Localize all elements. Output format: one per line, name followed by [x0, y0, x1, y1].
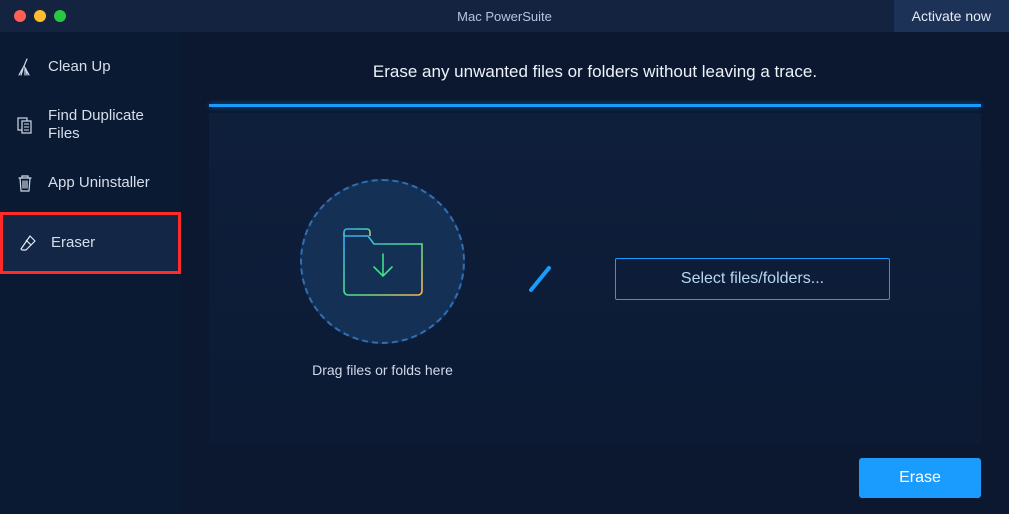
sidebar-item-label: Clean Up — [48, 58, 111, 76]
trash-icon — [14, 173, 36, 193]
sidebar-item-uninstaller[interactable]: App Uninstaller — [0, 154, 181, 212]
broom-icon — [14, 57, 36, 77]
zoom-window-button[interactable] — [54, 10, 66, 22]
dropzone[interactable]: Drag files or folds here — [300, 179, 465, 378]
sidebar-item-eraser[interactable]: Eraser — [0, 212, 181, 274]
erase-button[interactable]: Erase — [859, 458, 981, 498]
page-headline: Erase any unwanted files or folders with… — [209, 52, 981, 104]
sidebar: Clean Up Find Duplicate Files — [0, 32, 181, 514]
minimize-window-button[interactable] — [34, 10, 46, 22]
sidebar-item-label: Eraser — [51, 234, 95, 252]
select-files-button[interactable]: Select files/folders... — [615, 258, 890, 300]
sidebar-item-label: Find Duplicate Files — [48, 107, 158, 143]
activate-button[interactable]: Activate now — [894, 0, 1009, 32]
duplicate-icon — [14, 115, 36, 135]
window-controls — [14, 10, 66, 22]
main-panel: Erase any unwanted files or folders with… — [181, 32, 1009, 514]
separator-slash-icon — [525, 264, 555, 294]
divider-accent — [209, 104, 981, 107]
sidebar-item-cleanup[interactable]: Clean Up — [0, 38, 181, 96]
dropzone-label: Drag files or folds here — [300, 362, 465, 378]
eraser-panel: Drag files or folds here Select files/fo… — [209, 113, 981, 444]
close-window-button[interactable] — [14, 10, 26, 22]
bottom-bar: Erase — [209, 444, 981, 498]
folder-download-icon — [338, 224, 428, 299]
dropzone-circle — [300, 179, 465, 344]
sidebar-item-label: App Uninstaller — [48, 174, 150, 192]
window-title: Mac PowerSuite — [0, 9, 1009, 24]
titlebar: Mac PowerSuite Activate now — [0, 0, 1009, 32]
eraser-icon — [17, 233, 39, 253]
sidebar-item-duplicates[interactable]: Find Duplicate Files — [0, 96, 181, 154]
app-window: Mac PowerSuite Activate now Clean Up — [0, 0, 1009, 514]
